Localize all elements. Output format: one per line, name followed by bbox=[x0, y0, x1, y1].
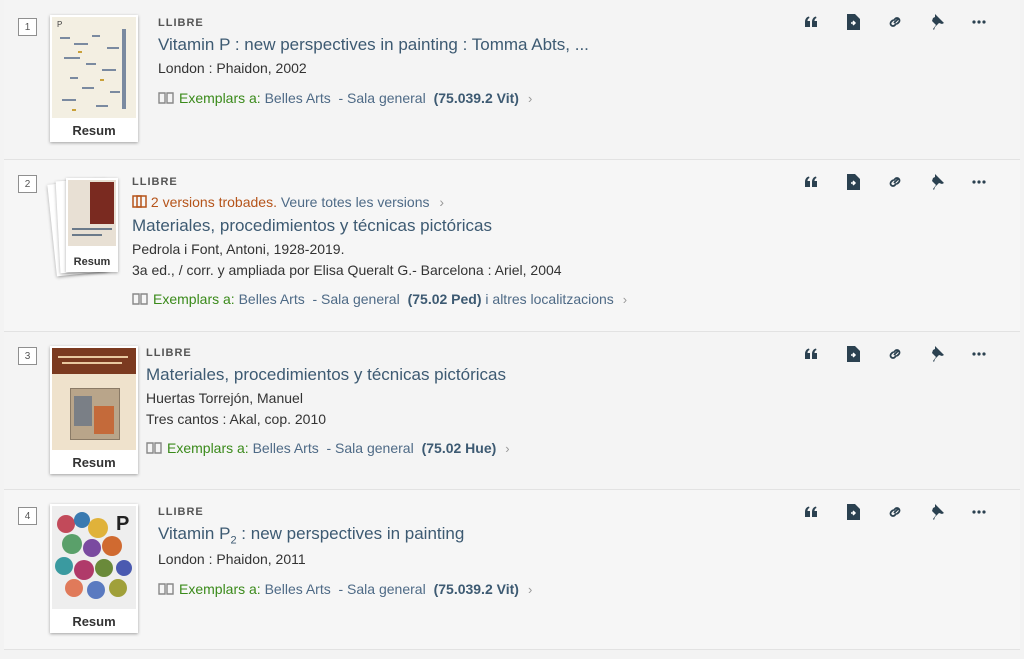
permalink-icon[interactable] bbox=[874, 172, 916, 192]
availability-line[interactable]: Exemplars a: Belles Arts - Sala general … bbox=[158, 90, 589, 106]
availability-line[interactable]: Exemplars a: Belles Arts - Sala general … bbox=[132, 291, 627, 307]
publication-info: London : Phaidon, 2011 bbox=[158, 551, 306, 568]
export-document-icon[interactable] bbox=[832, 502, 874, 522]
book-icon bbox=[158, 92, 174, 104]
call-number: (75.039.2 Vit) bbox=[433, 90, 519, 106]
result-item-3: 3 Resum LLIBRE Materiales, procedimiento… bbox=[4, 332, 1020, 490]
result-body: LLIBRE Materiales, procedimientos y técn… bbox=[146, 347, 510, 456]
resum-label[interactable]: Resum bbox=[50, 120, 138, 142]
record-actions bbox=[790, 12, 1000, 32]
result-item-4: 4 P Resum LLIBRE Vitamin P2 : new perspe… bbox=[4, 490, 1020, 650]
title-main: Vitamin P bbox=[158, 524, 231, 543]
book-thumbnail[interactable]: P Resum bbox=[50, 504, 138, 633]
publication-info: Tres cantos : Akal, cop. 2010 bbox=[146, 411, 327, 427]
chevron-right-icon: › bbox=[527, 90, 533, 106]
svg-text:P: P bbox=[116, 513, 129, 535]
material-type: LLIBRE bbox=[132, 176, 178, 188]
result-item-1: 1 P Resum LLIBRE Vitamin P : new perspec… bbox=[4, 0, 1020, 160]
call-number: (75.02 Ped) bbox=[407, 291, 482, 307]
permalink-icon[interactable] bbox=[874, 502, 916, 522]
result-title[interactable]: Vitamin P2 : new perspectives in paintin… bbox=[158, 524, 532, 546]
resum-label[interactable]: Resum bbox=[50, 611, 138, 633]
export-document-icon[interactable] bbox=[832, 12, 874, 32]
record-actions bbox=[790, 344, 1000, 364]
publication-info: London : Phaidon, 2002 bbox=[158, 60, 307, 76]
result-body: LLIBRE 2 versions trobades. Veure totes … bbox=[132, 176, 627, 307]
book-icon bbox=[146, 442, 162, 454]
result-item-2: 2 Resum LLIBRE 2 versions trobades. Veur… bbox=[4, 160, 1020, 332]
availability-label: Exemplars a: bbox=[167, 440, 249, 456]
cover-image: P bbox=[52, 17, 136, 118]
title-rest: : new perspectives in painting bbox=[236, 524, 465, 543]
see-all-versions-link[interactable]: Veure totes les versions bbox=[281, 194, 430, 210]
availability-line[interactable]: Exemplars a: Belles Arts - Sala general … bbox=[158, 581, 532, 597]
material-type: LLIBRE bbox=[146, 347, 192, 359]
result-body: LLIBRE Vitamin P : new perspectives in p… bbox=[158, 17, 589, 106]
result-title[interactable]: Materiales, procedimientos y técnicas pi… bbox=[146, 365, 510, 385]
other-locations-text: i altres localitzacions bbox=[481, 291, 614, 307]
availability-label: Exemplars a: bbox=[179, 90, 261, 106]
versions-count: 2 versions trobades. bbox=[150, 194, 277, 210]
author-info: Huertas Torrejón, Manuel bbox=[146, 390, 303, 406]
quote-icon[interactable] bbox=[790, 172, 832, 192]
pin-icon[interactable] bbox=[916, 344, 958, 364]
chevron-right-icon: › bbox=[622, 291, 628, 307]
quote-icon[interactable] bbox=[790, 12, 832, 32]
publication-info: 3a ed., / corr. y ampliada por Elisa Que… bbox=[132, 262, 562, 278]
cover-image: P bbox=[52, 506, 136, 609]
book-icon bbox=[132, 293, 148, 305]
result-body: LLIBRE Vitamin P2 : new perspectives in … bbox=[158, 506, 532, 597]
book-thumbnail[interactable]: P Resum bbox=[50, 15, 138, 142]
more-icon[interactable] bbox=[958, 12, 1000, 32]
material-type: LLIBRE bbox=[158, 506, 204, 518]
availability-line[interactable]: Exemplars a: Belles Arts - Sala general … bbox=[146, 440, 510, 456]
result-title[interactable]: Materiales, procedimientos y técnicas pi… bbox=[132, 216, 627, 236]
material-type: LLIBRE bbox=[158, 17, 204, 29]
cover-art: P bbox=[57, 20, 126, 111]
quote-icon[interactable] bbox=[790, 344, 832, 364]
pin-icon[interactable] bbox=[916, 502, 958, 522]
pin-icon[interactable] bbox=[916, 172, 958, 192]
more-icon[interactable] bbox=[958, 502, 1000, 522]
location-text: Belles Arts - Sala general bbox=[234, 291, 404, 307]
record-actions bbox=[790, 502, 1000, 522]
versions-icon bbox=[132, 195, 147, 208]
call-number: (75.02 Hue) bbox=[421, 440, 497, 456]
location-text: Belles Arts - Sala general bbox=[260, 581, 430, 598]
availability-label: Exemplars a: bbox=[153, 291, 235, 307]
location-text: Belles Arts - Sala general bbox=[248, 440, 418, 456]
result-number: 1 bbox=[18, 18, 37, 36]
cover-image bbox=[52, 348, 136, 450]
resum-label[interactable]: Resum bbox=[66, 252, 118, 272]
book-thumbnail-stack[interactable]: Resum bbox=[47, 176, 140, 277]
versions-line[interactable]: 2 versions trobades. Veure totes les ver… bbox=[132, 194, 627, 212]
book-thumbnail[interactable]: Resum bbox=[50, 346, 138, 474]
export-document-icon[interactable] bbox=[832, 172, 874, 192]
quote-icon[interactable] bbox=[790, 502, 832, 522]
call-number: (75.039.2 Vit) bbox=[433, 581, 519, 598]
svg-text:P: P bbox=[57, 20, 62, 29]
more-icon[interactable] bbox=[958, 172, 1000, 192]
result-title[interactable]: Vitamin P : new perspectives in painting… bbox=[158, 35, 589, 55]
result-number: 2 bbox=[18, 175, 37, 193]
resum-label[interactable]: Resum bbox=[50, 452, 138, 474]
book-icon bbox=[158, 583, 174, 596]
permalink-icon[interactable] bbox=[874, 344, 916, 364]
more-icon[interactable] bbox=[958, 344, 1000, 364]
record-actions bbox=[790, 172, 1000, 192]
cover-image: Resum bbox=[66, 178, 118, 272]
chevron-right-icon: › bbox=[527, 581, 533, 597]
result-number: 3 bbox=[18, 347, 37, 365]
cover-art: P bbox=[55, 512, 132, 599]
location-text: Belles Arts - Sala general bbox=[260, 90, 430, 106]
export-document-icon[interactable] bbox=[832, 344, 874, 364]
permalink-icon[interactable] bbox=[874, 12, 916, 32]
availability-label: Exemplars a: bbox=[179, 581, 261, 598]
pin-icon[interactable] bbox=[916, 12, 958, 32]
chevron-right-icon: › bbox=[439, 194, 445, 210]
result-number: 4 bbox=[18, 507, 37, 525]
author-info: Pedrola i Font, Antoni, 1928-2019. bbox=[132, 241, 345, 257]
chevron-right-icon: › bbox=[505, 440, 510, 456]
